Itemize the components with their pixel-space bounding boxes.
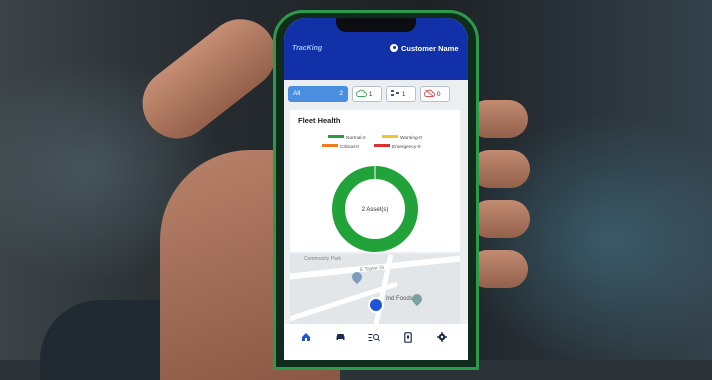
nav-settings[interactable] — [432, 332, 452, 350]
map-label: Ind Foods — [386, 296, 413, 302]
legend-label: Warning-0 — [400, 136, 422, 141]
fleet-health-title: Fleet Health — [298, 116, 341, 125]
customer-menu[interactable]: Customer Name — [390, 44, 459, 53]
filter-all-label: All — [293, 90, 301, 97]
fleet-health-donut: 2 Asset(s) — [332, 166, 418, 252]
finger — [470, 150, 530, 188]
fleet-health-card: Fleet Health Normal-2 Warning-0 Critical… — [290, 110, 460, 252]
phone-notch — [336, 18, 416, 32]
legend-emergency: Emergency-0 — [374, 144, 421, 150]
legend-swatch — [328, 135, 344, 138]
map-label: Community Park — [304, 256, 341, 262]
filter-sensor-count: 1 — [401, 91, 406, 98]
list-search-icon — [368, 334, 380, 342]
legend-swatch — [382, 135, 398, 138]
device-icon — [404, 332, 412, 343]
phone-screen: TracKing Customer Name All 2 1 1 0 Fleet… — [284, 18, 468, 360]
status-filters: All 2 1 1 0 — [288, 86, 464, 102]
nav-search-list[interactable] — [364, 332, 384, 350]
nav-device[interactable] — [398, 332, 418, 350]
car-icon — [336, 334, 344, 340]
vehicle-sensor-icon — [391, 90, 399, 96]
vehicle-marker-icon[interactable] — [368, 297, 384, 313]
filter-offline-count: 0 — [436, 91, 441, 98]
legend-swatch — [374, 144, 390, 147]
nav-vehicles[interactable] — [330, 332, 350, 350]
customer-name: Customer Name — [401, 44, 459, 53]
cloud-icon — [355, 89, 367, 97]
app-logo: TracKing — [292, 45, 323, 52]
home-icon — [302, 333, 310, 341]
settings-icon — [437, 332, 447, 342]
legend-warning: Warning-0 — [382, 135, 422, 141]
map-view[interactable]: Community Park E Taylor St Ind Foods — [290, 254, 460, 324]
nav-home[interactable] — [296, 332, 316, 350]
map-label: E Taylor St — [359, 264, 385, 274]
filter-online-chip[interactable]: 1 — [352, 86, 382, 102]
filter-all-count: 2 — [339, 90, 343, 97]
legend-label: Critical-0 — [340, 145, 359, 150]
filter-sensor-chip[interactable]: 1 — [386, 86, 416, 102]
cloud-off-icon — [423, 89, 435, 97]
filter-online-count: 1 — [368, 91, 373, 98]
legend-critical: Critical-0 — [322, 144, 359, 150]
legend-swatch — [322, 144, 338, 147]
legend-label: Emergency-0 — [392, 145, 421, 150]
account-icon — [390, 44, 398, 52]
filter-all-chip[interactable]: All 2 — [288, 86, 348, 102]
filter-offline-chip[interactable]: 0 — [420, 86, 450, 102]
finger — [470, 200, 530, 238]
legend-normal: Normal-2 — [328, 135, 366, 141]
legend-label: Normal-2 — [346, 136, 366, 141]
donut-center-label: 2 Asset(s) — [362, 207, 389, 213]
bottom-nav — [284, 324, 468, 360]
map-pin-icon — [409, 291, 425, 307]
